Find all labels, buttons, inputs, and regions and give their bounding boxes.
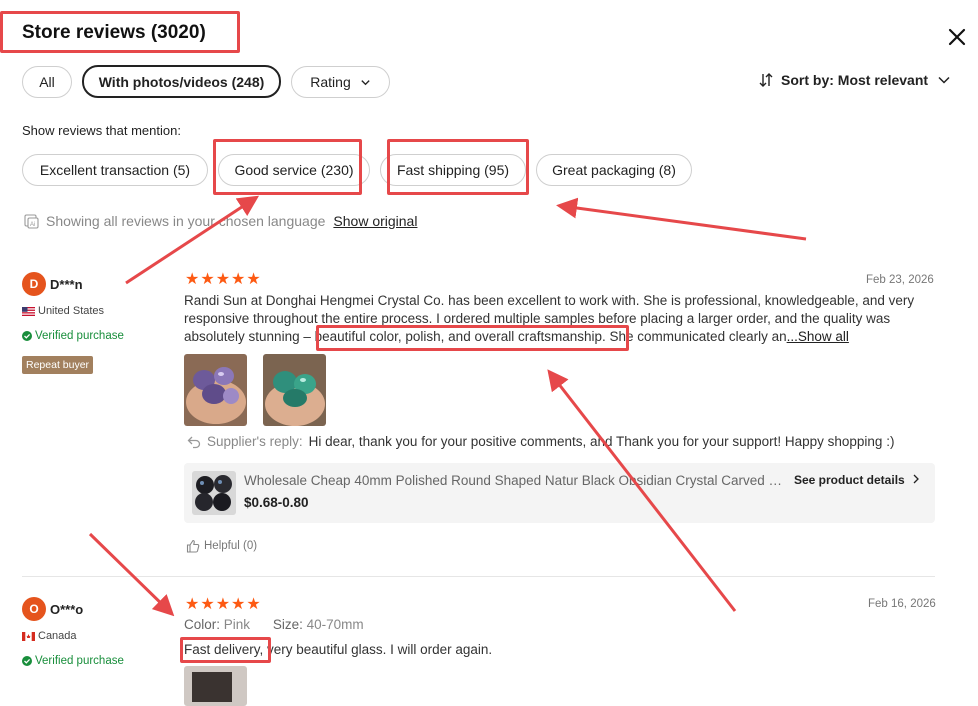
star-icon: ★ (246, 596, 261, 613)
color-value: Pink (223, 617, 251, 632)
filter-with-photos-button[interactable]: With photos/videos (248) (82, 65, 281, 98)
annotation-arrow (88, 532, 175, 617)
chevron-right-icon (913, 474, 919, 484)
thumbs-up-icon (186, 539, 200, 553)
star-rating: ★ ★ ★ ★ ★ (185, 272, 262, 288)
review-divider (22, 576, 935, 577)
review-text-part: very beautiful glass. I will order again… (263, 642, 493, 657)
verified-purchase: Verified purchase (22, 330, 124, 342)
helpful-button[interactable]: Helpful (0) (186, 539, 257, 553)
repeat-buyer-badge: Repeat buyer (22, 356, 94, 374)
sort-icon (759, 73, 773, 87)
filter-all-button[interactable]: All (22, 66, 72, 98)
crystal-photo-image (184, 354, 247, 426)
product-attributes: Color: Pink Size: 40-70mm (184, 617, 383, 632)
star-rating: ★ ★ ★ ★ ★ (185, 597, 262, 613)
page-title: Store reviews (3020) (22, 22, 206, 43)
review-highlight-text: beautiful color, polish, and overall cra… (314, 329, 606, 344)
tag-good-service[interactable]: Good service (230) (218, 154, 370, 186)
review-text-part: absolutely stunning – (184, 329, 315, 344)
star-icon: ★ (200, 271, 215, 288)
translate-icon: Ai (24, 213, 39, 229)
reviewer-country: United States (22, 305, 104, 317)
crystal-photo-image (263, 354, 326, 426)
sort-label: Sort by: Most relevant (781, 72, 929, 88)
helpful-label: Helpful (0) (204, 540, 258, 552)
star-icon: ★ (231, 596, 246, 613)
avatar: O (22, 597, 46, 621)
reviewer-country: Canada (22, 630, 77, 642)
color-key: Color: (184, 617, 221, 632)
product-title: Wholesale Cheap 40mm Polished Round Shap… (244, 473, 784, 488)
sort-dropdown[interactable]: Sort by: Most relevant (758, 70, 951, 90)
star-icon: ★ (215, 271, 231, 288)
review-text-part: She communicated clearly an (605, 329, 787, 344)
product-card[interactable]: Wholesale Cheap 40mm Polished Round Shap… (184, 463, 935, 523)
tag-great-packaging[interactable]: Great packaging (8) (536, 154, 692, 186)
close-icon[interactable] (944, 24, 970, 50)
country-label: United States (38, 305, 105, 317)
review-photo[interactable] (184, 354, 247, 426)
supplier-reply: Supplier's reply: Hi dear, thank you for… (187, 434, 894, 449)
review-date: Feb 23, 2026 (866, 274, 934, 286)
filter-rating-dropdown[interactable]: Rating (291, 66, 390, 98)
star-icon: ★ (215, 596, 231, 613)
country-label: Canada (38, 630, 77, 642)
supplier-reply-label: Supplier's reply: (207, 434, 303, 449)
annotation-arrows (88, 195, 807, 617)
product-thumbnail (192, 471, 236, 515)
review-text: Randi Sun at Donghai Hengmei Crystal Co.… (184, 292, 944, 346)
avatar: D (22, 272, 46, 296)
chevron-down-icon (938, 76, 950, 84)
star-icon: ★ (185, 596, 200, 613)
reply-icon (187, 436, 201, 448)
reviewer-name: O***o (50, 602, 84, 617)
review-line: responsive throughout the entire process… (184, 311, 891, 326)
review-line: absolutely stunning – beautiful color, p… (184, 328, 944, 346)
review-photo[interactable] (263, 354, 326, 426)
reviewer-name: D***n (50, 277, 83, 292)
show-original-link[interactable]: Show original (333, 213, 417, 229)
review-line: Randi Sun at Donghai Hengmei Crystal Co.… (184, 293, 915, 308)
chevron-down-icon (361, 79, 370, 85)
review-photo[interactable] (184, 666, 247, 706)
show-all-link[interactable]: ...Show all (787, 329, 849, 344)
annotation-arrow (556, 197, 807, 241)
product-price: $0.68-0.80 (244, 495, 309, 510)
verified-label: Verified purchase (35, 655, 124, 667)
language-notice-text: Showing all reviews in your chosen langu… (46, 213, 326, 229)
review-text: Fast delivery, very beautiful glass. I w… (184, 641, 492, 659)
obsidian-skull-image (192, 471, 236, 515)
glass-photo-image (184, 666, 247, 706)
verified-check-icon (22, 656, 32, 666)
tag-fast-shipping[interactable]: Fast shipping (95) (380, 154, 526, 186)
tag-excellent-transaction[interactable]: Excellent transaction (5) (22, 154, 208, 186)
see-product-details-label: See product details (794, 473, 905, 487)
verified-check-icon (22, 331, 32, 341)
us-flag-icon (22, 306, 35, 316)
see-product-details-link[interactable]: See product details (794, 473, 920, 487)
star-icon: ★ (185, 271, 200, 288)
size-key: Size: (272, 617, 303, 632)
filter-rating-label: Rating (310, 74, 351, 90)
mentions-label: Show reviews that mention: (22, 123, 181, 138)
supplier-reply-text: Hi dear, thank you for your positive com… (308, 434, 895, 449)
star-icon: ★ (246, 271, 261, 288)
canada-flag-icon (22, 631, 35, 641)
svg-text:Ai: Ai (30, 222, 35, 228)
verified-label: Verified purchase (35, 330, 124, 342)
verified-purchase: Verified purchase (22, 655, 124, 667)
star-icon: ★ (200, 596, 215, 613)
star-icon: ★ (231, 271, 246, 288)
review-date: Feb 16, 2026 (868, 598, 936, 610)
review-highlight-text: Fast delivery, (184, 642, 264, 657)
language-notice: Ai Showing all reviews in your chosen la… (24, 212, 417, 230)
size-value: 40-70mm (306, 617, 364, 632)
